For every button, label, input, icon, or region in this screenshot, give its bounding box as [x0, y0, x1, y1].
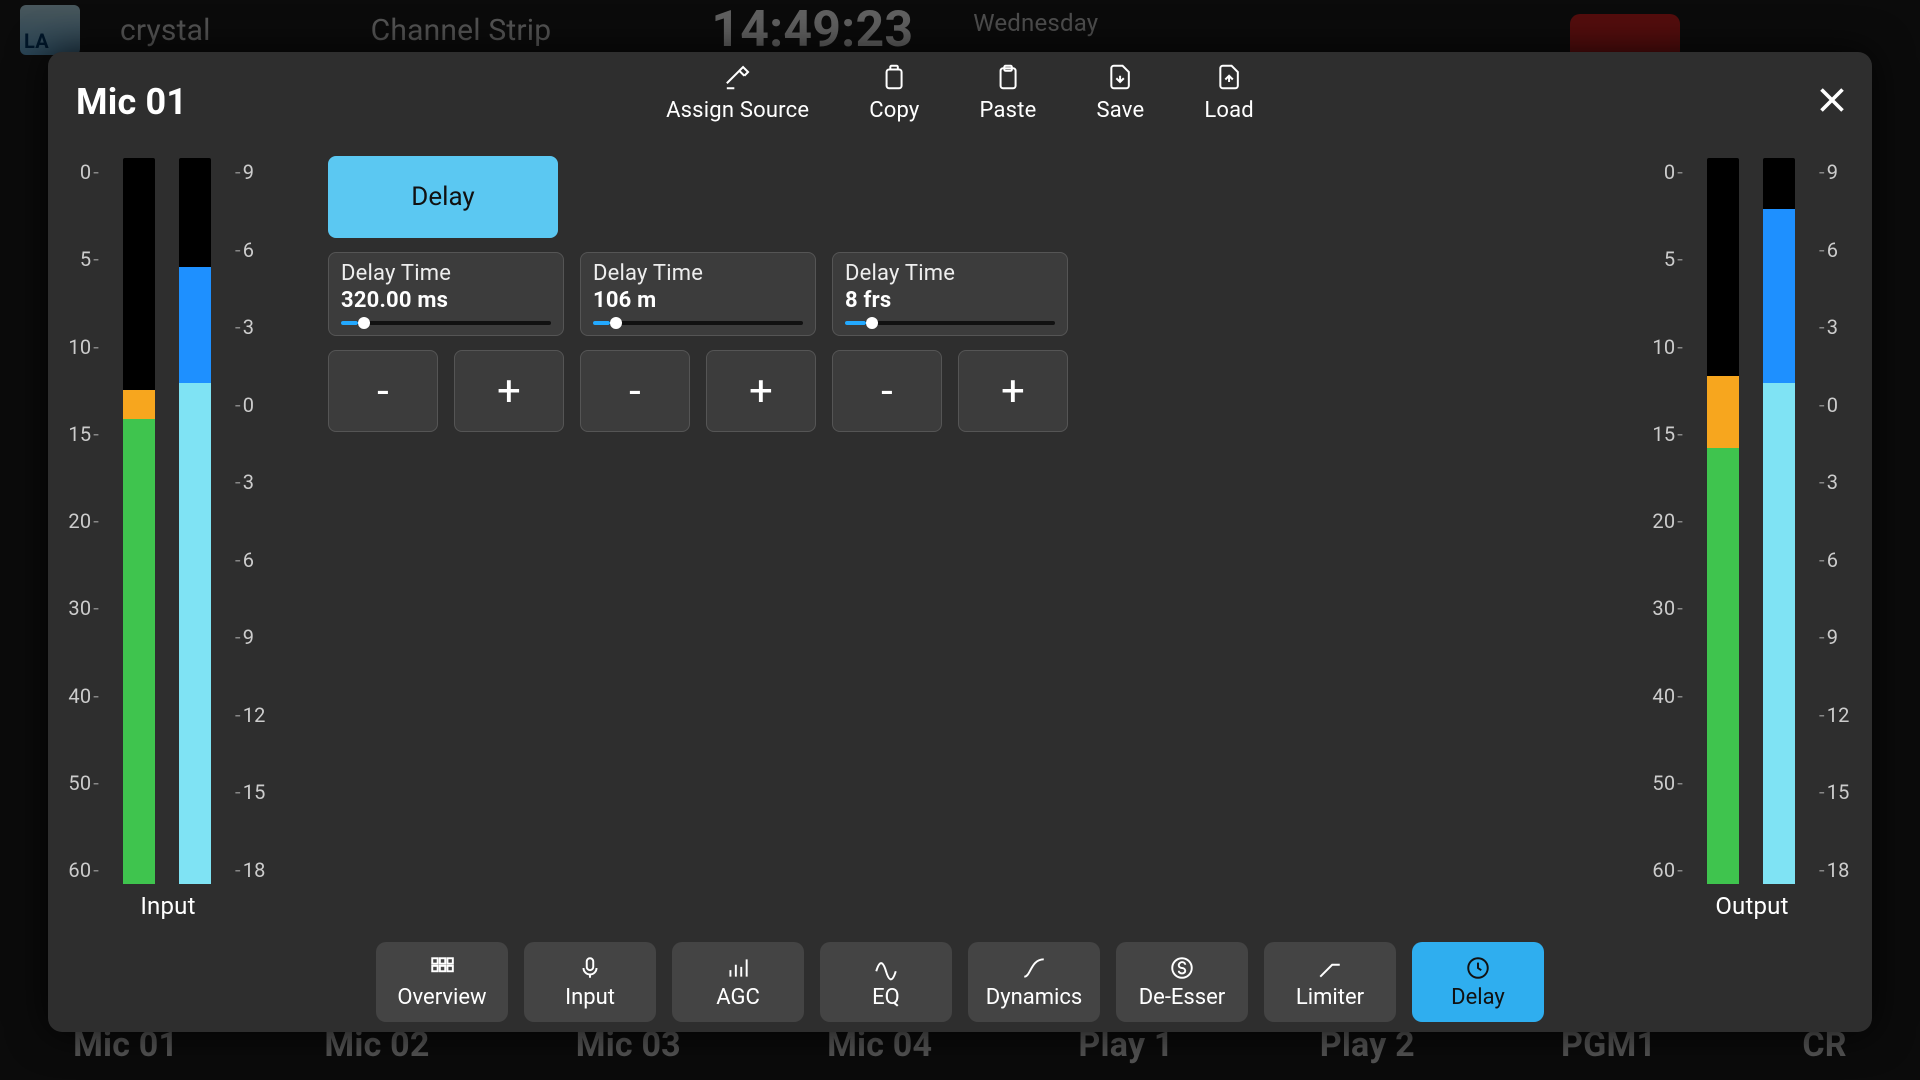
close-icon	[1814, 82, 1850, 118]
output-dbfs-scale: 0510152030405060	[1652, 158, 1683, 884]
tab-label: De-Esser	[1139, 985, 1226, 1010]
delay-m-increment[interactable]: +	[706, 350, 816, 432]
output-meters: 0510152030405060 9630369121518 Output	[1652, 152, 1852, 920]
delay-m-decrement[interactable]: -	[580, 350, 690, 432]
knee-icon	[1317, 955, 1343, 981]
tab-limiter[interactable]: Limiter	[1264, 942, 1396, 1022]
tab-delay[interactable]: Delay	[1412, 942, 1544, 1022]
wave-icon	[873, 955, 899, 981]
copy-button[interactable]: Copy	[869, 62, 919, 123]
param-label: Delay Time	[341, 261, 551, 286]
paste-icon	[993, 62, 1023, 92]
tab-overview[interactable]: Overview	[376, 942, 508, 1022]
input-meter-label: Input	[140, 892, 195, 920]
load-label: Load	[1204, 98, 1254, 123]
delay-ms-increment[interactable]: +	[454, 350, 564, 432]
input-gr-scale: 9630369121518	[235, 158, 268, 884]
paste-button[interactable]: Paste	[980, 62, 1037, 123]
delay-frs-increment[interactable]: +	[958, 350, 1068, 432]
load-button[interactable]: Load	[1204, 62, 1254, 123]
slider-track[interactable]	[845, 319, 1055, 327]
tab-label: Overview	[397, 985, 486, 1010]
param-value: 8 frs	[845, 288, 1055, 313]
output-meter-label: Output	[1715, 892, 1788, 920]
tab-label: Delay	[1451, 985, 1505, 1010]
weekday: Wednesday	[973, 9, 1098, 37]
delay-time-ms[interactable]: Delay Time 320.00 ms	[328, 252, 564, 336]
tab-label: EQ	[872, 985, 900, 1010]
slider-track[interactable]	[593, 319, 803, 327]
close-button[interactable]	[1814, 82, 1850, 122]
tab-dynamics[interactable]: Dynamics	[968, 942, 1100, 1022]
panel-title: Mic 01	[76, 81, 187, 123]
delay-ms-decrement[interactable]: -	[328, 350, 438, 432]
tab-deesser[interactable]: De-Esser	[1116, 942, 1248, 1022]
tab-label: AGC	[716, 985, 760, 1010]
clock-icon	[1465, 955, 1491, 981]
paste-label: Paste	[980, 98, 1037, 123]
input-gr-bar	[179, 158, 211, 884]
param-value: 106 m	[593, 288, 803, 313]
output-level-bar	[1707, 158, 1739, 884]
copy-icon	[879, 62, 909, 92]
input-dbfs-scale: 0510152030405060	[68, 158, 99, 884]
save-icon	[1105, 62, 1135, 92]
slider-track[interactable]	[341, 319, 551, 327]
tab-input[interactable]: Input	[524, 942, 656, 1022]
delay-time-frs[interactable]: Delay Time 8 frs	[832, 252, 1068, 336]
assign-icon	[723, 62, 753, 92]
mic-icon	[577, 955, 603, 981]
copy-label: Copy	[869, 98, 919, 123]
section-tabs: Overview Input AGC EQ Dynamics De-Esser …	[48, 932, 1872, 1032]
load-icon	[1214, 62, 1244, 92]
output-gr-bar	[1763, 158, 1795, 884]
tab-label: Dynamics	[986, 985, 1082, 1010]
delay-frs-decrement[interactable]: -	[832, 350, 942, 432]
delay-section-tab[interactable]: Delay	[328, 156, 558, 238]
channel-strip-panel: Mic 01 Assign Source Copy Paste Save Loa…	[48, 52, 1872, 1032]
tab-agc[interactable]: AGC	[672, 942, 804, 1022]
curve-icon	[1021, 955, 1047, 981]
assign-source-button[interactable]: Assign Source	[666, 62, 809, 123]
input-meters: 0510152030405060 9630369121518 Input	[68, 152, 268, 920]
screen-name: Channel Strip	[371, 13, 552, 48]
output-gr-scale: 9630369121518	[1819, 158, 1852, 884]
param-value: 320.00 ms	[341, 288, 551, 313]
logo: LA	[20, 5, 80, 55]
save-button[interactable]: Save	[1096, 62, 1144, 123]
tab-eq[interactable]: EQ	[820, 942, 952, 1022]
param-label: Delay Time	[593, 261, 803, 286]
param-label: Delay Time	[845, 261, 1055, 286]
app-name: crystal	[120, 13, 211, 48]
input-level-bar	[123, 158, 155, 884]
assign-label: Assign Source	[666, 98, 809, 123]
tab-label: Input	[565, 985, 615, 1010]
grid-icon	[429, 955, 455, 981]
s-icon	[1169, 955, 1195, 981]
save-label: Save	[1096, 98, 1144, 123]
clock: 14:49:23	[711, 1, 913, 59]
delay-time-m[interactable]: Delay Time 106 m	[580, 252, 816, 336]
bars-icon	[725, 955, 751, 981]
tab-label: Limiter	[1296, 985, 1364, 1010]
